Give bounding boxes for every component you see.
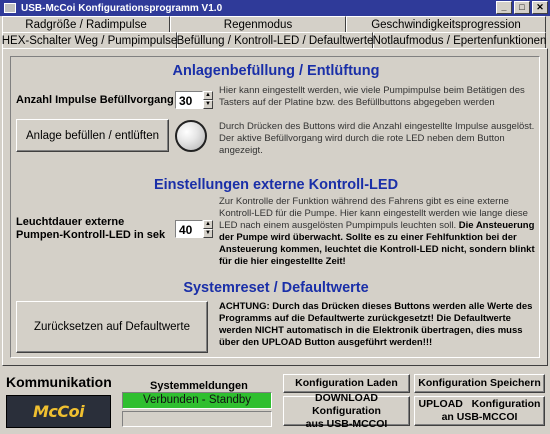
fill-description: Durch Drücken des Buttons wird die Anzah… [219,121,535,156]
led-description: Zur Kontrolle der Funktion während des F… [219,196,537,268]
save-config-button[interactable]: Konfiguration Speichern [414,374,545,393]
title-bar: USB-McCoi Konfigurationsprogramm V1.0 _ … [0,0,550,16]
fill-led-icon [175,120,207,152]
status-badge: Verbunden - Standby [122,392,272,409]
status-secondary-field [122,411,272,427]
upload-line-2: an USB-MCCOI [441,411,518,423]
logo-text: McCoi [32,402,85,421]
tab-radgroesse[interactable]: Radgröße / Radimpulse [2,16,170,33]
close-icon[interactable]: ✕ [532,1,548,14]
tab-row-1: Radgröße / Radimpulse Regenmodus Geschwi… [2,16,546,33]
tab-row-2: HEX-Schalter Weg / Pumpimpulse Befüllung… [2,32,546,49]
reset-warning: ACHTUNG: Durch das Drücken dieses Button… [219,301,533,348]
led-duration-label-1: Leuchtdauer externe [16,216,125,228]
spin-down-icon[interactable]: ▼ [203,100,213,109]
download-line-2: aus USB-MCCOI [305,417,388,430]
led-duration-spinner[interactable]: 40 ▲ ▼ [175,220,213,238]
reset-defaults-button[interactable]: Zurücksetzen auf Defaultwerte [16,301,208,353]
impulse-value[interactable]: 30 [179,94,192,108]
communication-panel: Kommunikation McCoi Systemmeldungen Verb… [0,370,550,434]
upload-config-button[interactable]: UPLOAD Konfiguration an USB-MCCOI [414,396,545,426]
maximize-icon[interactable]: □ [514,1,530,14]
section-title-befuellung: Anlagenbefüllung / Entlüftung [172,63,380,79]
tab-notlaufmodus[interactable]: Notlaufmodus / Epertenfunktionen [373,32,546,49]
tab-panel: Anlagenbefüllung / Entlüftung Anzahl Imp… [2,48,548,366]
kommunikation-title: Kommunikation [6,374,112,390]
tab-geschwindigkeitsprogression[interactable]: Geschwindigkeitsprogression [346,16,546,33]
download-config-button[interactable]: DOWNLOAD Konfiguration aus USB-MCCOI [283,392,410,430]
section-title-systemreset: Systemreset / Defaultwerte [183,280,369,296]
systemmeldungen-label: Systemmeldungen [150,380,248,392]
fill-button[interactable]: Anlage befüllen / entlüften [16,119,169,152]
spin-up-icon[interactable]: ▲ [203,91,213,100]
window-title: USB-McCoi Konfigurationsprogramm V1.0 [21,2,223,14]
led-duration-value[interactable]: 40 [179,223,192,237]
spin-down-icon[interactable]: ▼ [203,229,213,238]
led-duration-label-2: Pumpen-Kontroll-LED in sek [16,229,166,241]
tab-hex-schalter[interactable]: HEX-Schalter Weg / Pumpimpulse [2,32,177,49]
upload-line-1: UPLOAD Konfiguration [418,398,541,410]
mccoi-logo: McCoi [6,395,111,428]
tab-befuellung[interactable]: Befüllung / Kontroll-LED / Defaultwerte [177,32,373,49]
spin-up-icon[interactable]: ▲ [203,220,213,229]
minimize-icon[interactable]: _ [496,1,512,14]
load-config-button[interactable]: Konfiguration Laden [283,374,410,393]
impulse-description: Hier kann eingestellt werden, wie viele … [219,85,525,108]
impulse-spinner[interactable]: 30 ▲ ▼ [175,91,213,109]
window-controls: _ □ ✕ [496,1,548,14]
content-frame: Anlagenbefüllung / Entlüftung Anzahl Imp… [10,56,540,358]
section-title-kontroll-led: Einstellungen externe Kontroll-LED [153,177,399,193]
impulse-label: Anzahl Impulse Befüllvorgang [16,94,174,106]
app-icon [4,3,16,13]
tab-regenmodus[interactable]: Regenmodus [170,16,346,33]
download-line-1: DOWNLOAD Konfiguration [312,391,381,417]
